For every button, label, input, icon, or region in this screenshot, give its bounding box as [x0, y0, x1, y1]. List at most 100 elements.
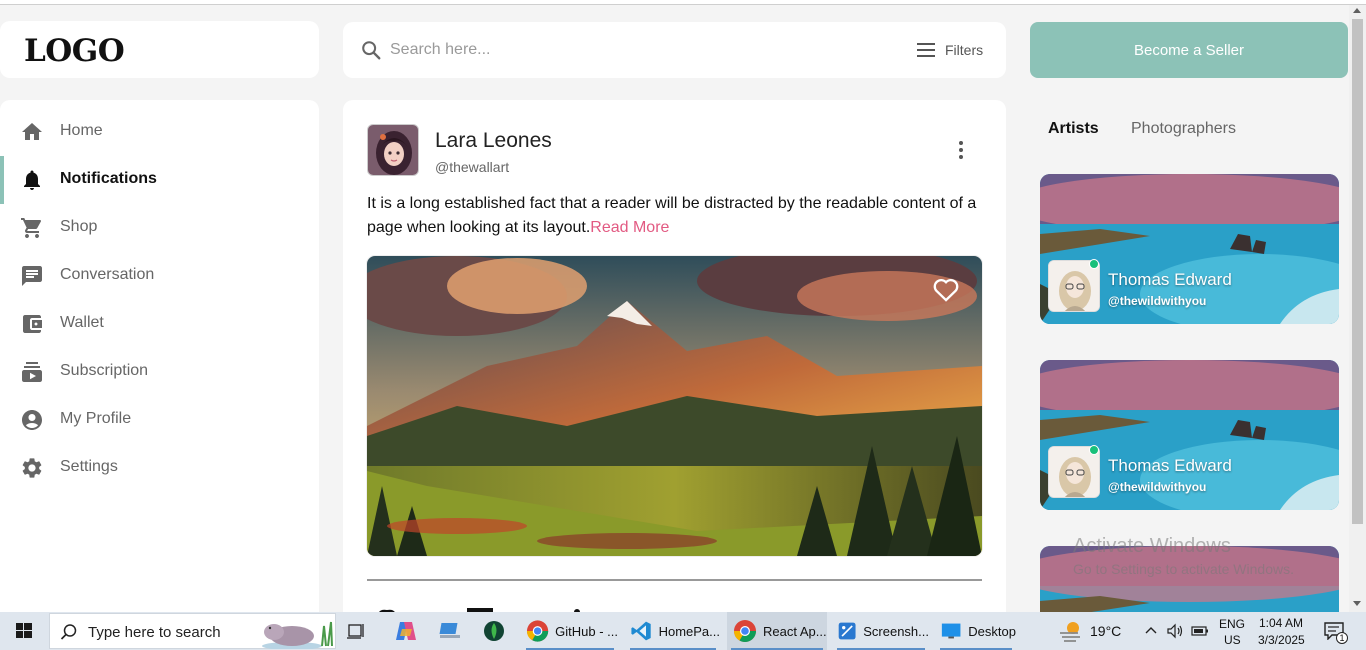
- gear-icon: [22, 458, 42, 478]
- cart-icon: [21, 218, 42, 238]
- bell-icon: [24, 170, 40, 190]
- taskbar-app-vscode[interactable]: HomePa...: [626, 612, 720, 650]
- sidebar: Home Notifications Shop Conversation Wal…: [0, 100, 319, 620]
- weather-widget[interactable]: 19°C: [1058, 612, 1128, 650]
- activate-windows-title: Activate Windows: [1073, 535, 1231, 557]
- filters-button[interactable]: Filters: [917, 38, 983, 62]
- artist-handle: @thewildwithyou: [1108, 480, 1207, 494]
- sidebar-item-shop[interactable]: Shop: [0, 204, 319, 252]
- taskbar-app-label: GitHub - ...: [555, 623, 618, 639]
- taskbar: Type here to search GitHub - ... HomePa.…: [0, 612, 1366, 650]
- post-image[interactable]: [367, 256, 982, 556]
- laptop-icon: [439, 623, 460, 638]
- online-status-dot: [1089, 445, 1099, 455]
- post-text: It is a long established fact that a rea…: [367, 192, 987, 240]
- taskbar-app-laptop[interactable]: [438, 612, 466, 650]
- sidebar-item-label: Subscription: [60, 362, 149, 379]
- activate-windows-subtitle: Go to Settings to activate Windows.: [1073, 561, 1294, 577]
- sidebar-item-label: Shop: [60, 218, 98, 235]
- search-input[interactable]: [390, 36, 890, 64]
- weather-temperature: 19°C: [1090, 623, 1122, 639]
- artist-card[interactable]: Thomas Edward @thewildwithyou: [1040, 174, 1339, 324]
- tab-photographers[interactable]: Photographers: [1131, 120, 1236, 138]
- sidebar-item-subscription[interactable]: Subscription: [0, 348, 319, 396]
- search-icon[interactable]: [360, 39, 382, 61]
- language-indicator[interactable]: ENG: [1219, 617, 1245, 631]
- author-avatar[interactable]: [367, 124, 419, 176]
- scroll-thumb[interactable]: [1352, 19, 1363, 524]
- become-seller-button[interactable]: Become a Seller: [1030, 22, 1348, 78]
- task-view-button[interactable]: [345, 612, 375, 650]
- region-indicator: US: [1224, 633, 1241, 647]
- notification-count-badge: 1: [1336, 632, 1348, 644]
- chrome-icon: [526, 620, 549, 642]
- sidebar-item-label: My Profile: [60, 410, 132, 427]
- sidebar-item-my-profile[interactable]: My Profile: [0, 396, 319, 444]
- taskbar-app-github-chrome[interactable]: GitHub - ...: [522, 612, 618, 650]
- taskbar-app-react-chrome[interactable]: React Ap...: [727, 612, 827, 650]
- artist-name: Thomas Edward: [1108, 270, 1232, 289]
- clock-time[interactable]: 1:04 AM: [1259, 616, 1303, 630]
- sidebar-item-home[interactable]: Home: [0, 108, 319, 156]
- weather-icon: [1060, 622, 1080, 642]
- sidebar-item-label: Conversation: [60, 266, 155, 283]
- vscode-icon: [631, 621, 651, 641]
- scroll-down-icon[interactable]: [1353, 601, 1361, 606]
- online-status-dot: [1089, 259, 1099, 269]
- start-button[interactable]: [0, 612, 48, 650]
- taskbar-app-screenshot[interactable]: Screensh...: [833, 612, 929, 650]
- battery-icon[interactable]: [1190, 624, 1210, 638]
- filters-label: Filters: [945, 42, 984, 58]
- taskbar-app-mongodb[interactable]: [483, 612, 509, 650]
- sidebar-item-wallet[interactable]: Wallet: [0, 300, 319, 348]
- profile-icon: [22, 410, 42, 430]
- artist-handle: @thewildwithyou: [1108, 294, 1207, 308]
- notification-center-button[interactable]: 1: [1316, 612, 1356, 650]
- heart-icon[interactable]: [932, 276, 960, 302]
- sidebar-item-conversation[interactable]: Conversation: [0, 252, 319, 300]
- post-body: It is a long established fact that a rea…: [367, 195, 977, 236]
- sidebar-item-label: Settings: [60, 458, 118, 475]
- volume-icon[interactable]: [1166, 623, 1184, 639]
- sidebar-item-settings[interactable]: Settings: [0, 444, 319, 492]
- more-vert-icon[interactable]: [949, 138, 973, 162]
- search-bar: Filters: [343, 22, 1006, 78]
- taskbar-search[interactable]: Type here to search: [49, 613, 336, 649]
- read-more-link[interactable]: Read More: [590, 219, 669, 236]
- desktop-icon: [941, 623, 961, 639]
- taskbar-app-label: Desktop: [968, 623, 1016, 639]
- sidebar-item-label: Home: [60, 122, 103, 139]
- search-icon: [60, 624, 77, 640]
- clock-date: 3/3/2025: [1258, 633, 1305, 647]
- author-name[interactable]: Lara Leones: [435, 129, 552, 153]
- chat-icon: [22, 266, 42, 286]
- mountain-landscape-image: [367, 256, 982, 556]
- scroll-up-icon[interactable]: [1353, 8, 1361, 13]
- tab-artists[interactable]: Artists: [1048, 120, 1099, 138]
- taskbar-app-label: Screensh...: [863, 623, 929, 639]
- post-card: Lara Leones @thewallart It is a long est…: [343, 100, 1006, 620]
- chrome-icon: [734, 620, 756, 642]
- snip-icon: [838, 622, 856, 640]
- home-icon: [22, 123, 42, 140]
- copilot-button[interactable]: [394, 612, 422, 650]
- copilot-icon: [396, 622, 416, 640]
- leaf-icon: [484, 621, 504, 641]
- artist-card[interactable]: Thomas Edward @thewildwithyou: [1040, 360, 1339, 510]
- taskbar-app-label: HomePa...: [658, 623, 720, 639]
- sidebar-item-notifications[interactable]: Notifications: [0, 156, 319, 204]
- page-scrollbar[interactable]: [1349, 5, 1366, 612]
- logo[interactable]: LOGO: [24, 33, 125, 69]
- post-divider: [367, 579, 982, 581]
- subscription-icon: [22, 362, 42, 382]
- hippo-illustration-icon: [262, 621, 333, 649]
- task-view-icon: [347, 624, 364, 639]
- chevron-up-icon[interactable]: [1144, 625, 1158, 635]
- browser-top-edge: [0, 0, 1366, 5]
- author-handle: @thewallart: [435, 159, 510, 175]
- artist-name: Thomas Edward: [1108, 456, 1232, 475]
- taskbar-app-desktop[interactable]: Desktop: [936, 612, 1016, 650]
- sidebar-item-label: Wallet: [60, 314, 104, 331]
- filter-lines-icon: [917, 43, 935, 57]
- logo-card: LOGO: [0, 21, 319, 78]
